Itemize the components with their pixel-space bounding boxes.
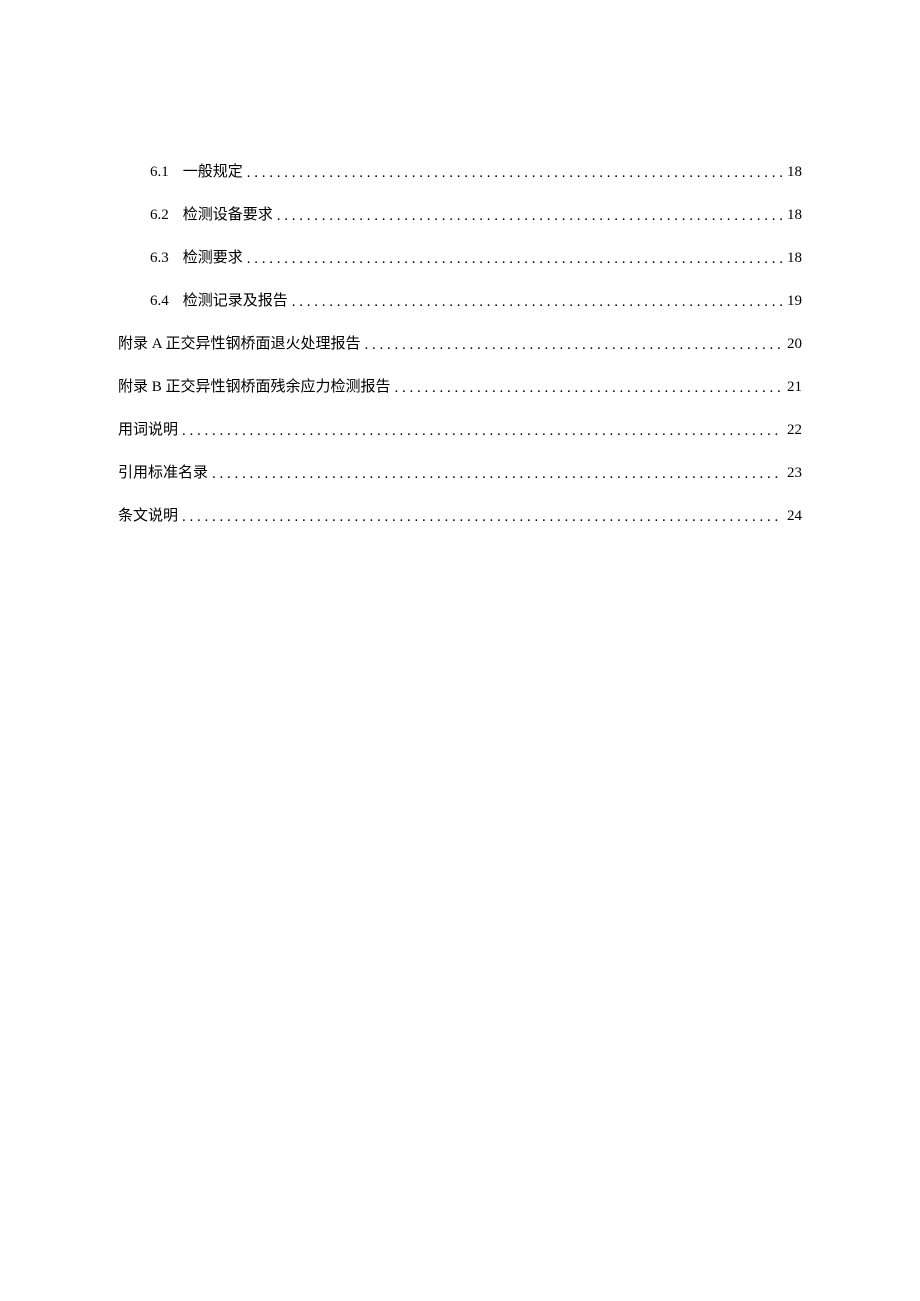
toc-number: 6.3 — [150, 250, 169, 267]
toc-leader-dots — [182, 423, 783, 440]
toc-leader-dots — [212, 466, 783, 483]
toc-entry-6-4: 6.4 检测记录及报告 19 — [118, 289, 802, 310]
toc-title: 附录 B 正交异性钢桥面残余应力检测报告 — [118, 375, 391, 396]
toc-number: 6.1 — [150, 164, 169, 181]
toc-leader-dots — [395, 380, 783, 397]
toc-title: 检测要求 — [183, 246, 243, 267]
toc-entry-appendix-a: 附录 A 正交异性钢桥面退火处理报告 20 — [118, 332, 802, 353]
toc-page: 22 — [787, 422, 802, 439]
toc-number: 6.2 — [150, 207, 169, 224]
toc-page: 21 — [787, 379, 802, 396]
toc-number: 6.4 — [150, 293, 169, 310]
toc-title: 条文说明 — [118, 504, 178, 525]
toc-entry-explanation: 条文说明 24 — [118, 504, 802, 525]
toc-page: 20 — [787, 336, 802, 353]
toc-title: 附录 A 正交异性钢桥面退火处理报告 — [118, 332, 361, 353]
toc-page: 18 — [787, 250, 802, 267]
toc-page: 23 — [787, 465, 802, 482]
toc-page: 18 — [787, 164, 802, 181]
toc-page: 18 — [787, 207, 802, 224]
toc-leader-dots — [247, 251, 783, 268]
table-of-contents: 6.1 一般规定 18 6.2 检测设备要求 18 6.3 检测要求 18 6.… — [118, 160, 802, 525]
toc-leader-dots — [247, 165, 783, 182]
toc-entry-appendix-b: 附录 B 正交异性钢桥面残余应力检测报告 21 — [118, 375, 802, 396]
toc-entry-terminology: 用词说明 22 — [118, 418, 802, 439]
toc-page: 19 — [787, 293, 802, 310]
toc-entry-6-2: 6.2 检测设备要求 18 — [118, 203, 802, 224]
toc-leader-dots — [182, 509, 783, 526]
toc-title: 用词说明 — [118, 418, 178, 439]
toc-entry-6-1: 6.1 一般规定 18 — [118, 160, 802, 181]
toc-title: 检测记录及报告 — [183, 289, 288, 310]
toc-leader-dots — [277, 208, 783, 225]
toc-title: 引用标准名录 — [118, 461, 208, 482]
toc-page: 24 — [787, 508, 802, 525]
toc-title: 一般规定 — [183, 160, 243, 181]
toc-leader-dots — [365, 337, 783, 354]
toc-leader-dots — [292, 294, 783, 311]
toc-entry-6-3: 6.3 检测要求 18 — [118, 246, 802, 267]
toc-title: 检测设备要求 — [183, 203, 273, 224]
toc-entry-references: 引用标准名录 23 — [118, 461, 802, 482]
